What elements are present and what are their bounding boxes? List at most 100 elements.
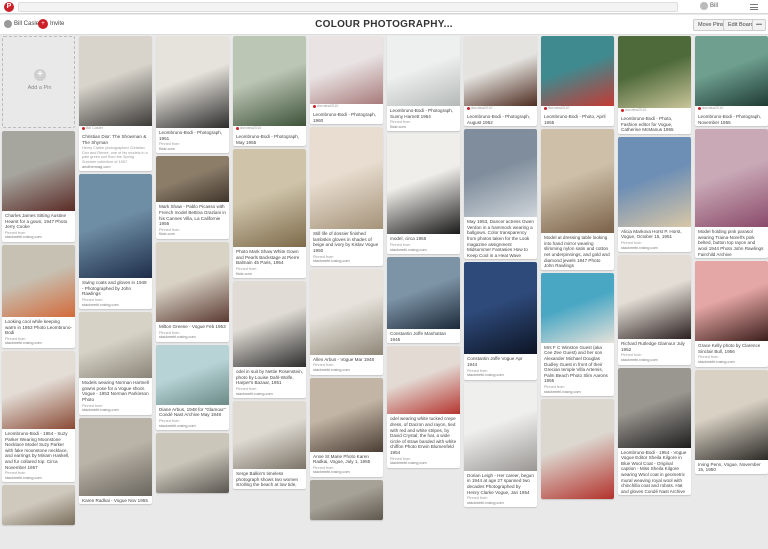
pin-card[interactable]: Still life of dossier finished lambskin … (310, 127, 383, 266)
pin-image[interactable] (156, 433, 229, 494)
pin-source[interactable]: Pinned from stackmebl.rosing.com (464, 369, 537, 380)
pin-image[interactable] (387, 346, 460, 415)
pin-image[interactable] (79, 417, 152, 496)
pin-source[interactable]: Pinned from stackmebl.rosing.com (2, 231, 75, 242)
pin-image[interactable] (464, 382, 537, 471)
pin-source[interactable]: Pinned from flickr.com (233, 267, 306, 278)
pin-card[interactable]: Model holding pink parasol wearing Train… (695, 129, 768, 259)
pin-card[interactable]: Swing coats and gloves in 1949 - Photogr… (79, 174, 152, 310)
pin-card[interactable]: dorotea2010 Leombruno-Bodi - Photograph, … (464, 36, 537, 127)
pin-image[interactable] (156, 36, 229, 128)
pin-image[interactable] (541, 399, 614, 500)
pin-card[interactable]: Bill Casler Christian Dior: The Showman &… (79, 36, 152, 172)
pin-card[interactable]: Mrs F C Winston Guest (aka Cee Zee Guest… (541, 272, 614, 397)
pin-source[interactable]: Pinned from flickr.com (156, 228, 229, 239)
pin-image[interactable] (541, 129, 614, 234)
pin-card[interactable]: odel in suit by Nettie Rosenstein, photo… (233, 281, 306, 399)
pin-image[interactable] (156, 344, 229, 405)
pin-card[interactable]: Allen Arbus - Vogue Mar 1948 Pinned from s… (310, 268, 383, 375)
pin-image[interactable] (79, 36, 152, 126)
pin-card[interactable]: Constantin Joffe Vogue Apr 1944 Pinned fr… (464, 262, 537, 380)
pin-card[interactable]: Looking cool while keeping warm in 1953 … (2, 244, 75, 348)
pin-source[interactable]: Pinned from stackmebl.rosing.com (387, 243, 460, 254)
pin-card[interactable]: Diane Arbus, 1948 for "Glamour" Condé Na… (156, 344, 229, 431)
menu-icon[interactable] (750, 4, 758, 10)
pin-image[interactable] (695, 261, 768, 342)
pin-image[interactable] (618, 36, 691, 108)
pin-image[interactable] (695, 369, 768, 460)
pin-image[interactable] (310, 268, 383, 355)
pin-image[interactable] (233, 281, 306, 368)
pin-image[interactable] (2, 244, 75, 317)
pin-image[interactable] (2, 485, 75, 526)
pin-card[interactable]: Mark Shaw - Pablo Picasso with French mo… (156, 156, 229, 239)
pin-card[interactable]: Milton Greene - Vogue Feb 1953 Pinned fro… (156, 241, 229, 342)
pin-image[interactable] (618, 367, 691, 448)
pin-image[interactable] (2, 131, 75, 211)
pin-source[interactable]: Pinned from stackmebl.rosing.com (233, 387, 306, 398)
pin-card[interactable]: model, circa 1955 Pinned from stackmebl.ro… (387, 134, 460, 255)
pin-source[interactable]: Pinned from stackmebl.rosing.com (156, 331, 229, 342)
pin-source[interactable]: Pinned from stackmebl.rosing.com (79, 298, 152, 309)
pin-image[interactable] (156, 241, 229, 322)
pin-image[interactable] (464, 262, 537, 355)
add-pin-button[interactable]: + Add a Pin (2, 36, 75, 128)
pin-image[interactable] (310, 479, 383, 520)
pin-card[interactable]: Models wearing Norman Hartnell gowns pos… (79, 312, 152, 415)
pin-source[interactable]: Pinned from stackmebl.rosing.com (618, 353, 691, 364)
pin-image[interactable] (618, 255, 691, 340)
pin-image[interactable] (541, 36, 614, 106)
pin-image[interactable] (387, 36, 460, 106)
pin-source[interactable]: Pinned from stackmebl.rosing.com (695, 355, 768, 366)
pin-card[interactable]: May 1953, Dancer actress Gwen Verdon in … (464, 129, 537, 260)
pin-card[interactable]: Leombruno-Bodi - Photograph, 1951 Pinned … (156, 36, 229, 154)
pin-image[interactable] (310, 127, 383, 230)
pin-source[interactable]: Pinned from stackmebl.rosing.com (310, 466, 383, 477)
pin-image[interactable] (233, 149, 306, 248)
pin-source[interactable]: Pinned from stackmebl.rosing.com (156, 419, 229, 430)
pin-card[interactable] (156, 433, 229, 494)
pin-card[interactable]: Leombruno-Bodi - Photograph, Sunny Harne… (387, 36, 460, 132)
pin-source[interactable]: Henry Clarke photographed Christian Dior… (79, 146, 152, 171)
pin-card[interactable]: dorotea2010 Leombruno-Bodi - Photograph, … (695, 36, 768, 127)
pin-image[interactable] (79, 312, 152, 379)
pin-source[interactable]: Pinned from stackmebl.rosing.com (2, 471, 75, 482)
pinterest-logo-icon[interactable]: P (4, 2, 14, 12)
pin-image[interactable] (387, 257, 460, 330)
pin-card[interactable]: Model at dressing table looking into han… (541, 129, 614, 270)
pin-image[interactable] (695, 36, 768, 106)
pin-image[interactable] (695, 129, 768, 228)
pin-source[interactable]: Pinned from stackmebl.rosing.com (541, 385, 614, 396)
pin-card[interactable]: Serge Balkin's timeless photograph shows… (233, 401, 306, 489)
pin-image[interactable] (464, 129, 537, 218)
pin-source[interactable]: Pinned from stackmebl.rosing.com (2, 337, 75, 348)
pin-source[interactable]: Pinned from flickr.com (387, 120, 460, 131)
pin-image[interactable] (79, 174, 152, 279)
pin-card[interactable]: dorotea2010 Leombruno-Bodi - Photograph, … (310, 36, 383, 125)
pin-card[interactable]: Leombruno-Bodi - 1954 - Suzy Parker Wear… (2, 350, 75, 483)
pin-source[interactable]: Pinned from flickr.com (156, 142, 229, 153)
pin-image[interactable] (618, 136, 691, 227)
pin-card[interactable]: Constantin Joffe Manhattan 1945 (387, 257, 460, 344)
pin-card[interactable]: Alicia Markova Horst P. Horst, Vogue, Oc… (618, 136, 691, 253)
pin-card[interactable]: dorotea2010 Leombruno-Bodi - Photo, Fashi… (618, 36, 691, 134)
pin-image[interactable] (310, 36, 383, 104)
pin-image[interactable] (156, 156, 229, 203)
pin-card[interactable]: Charles James Sitting Austine Hearst for… (2, 131, 75, 242)
pin-source[interactable]: Pinned from stackmebl.rosing.com (310, 255, 383, 266)
pin-card[interactable]: Leombruno-Bodi - 1954 - Vogue Vogue Edit… (618, 367, 691, 496)
pin-source[interactable]: Pinned from stackmebl.rosing.com (618, 241, 691, 252)
pin-image[interactable] (387, 134, 460, 235)
pin-source[interactable]: Pinned from stackmebl.rosing.com (464, 496, 537, 507)
pin-card[interactable]: Grace Kelly photo by Clarence Sinclair B… (695, 261, 768, 367)
user-profile-link[interactable]: Bill (700, 2, 718, 10)
pin-image[interactable] (2, 350, 75, 429)
pin-card[interactable] (310, 479, 383, 520)
pin-source[interactable]: Pinned from stackmebl.rosing.com (79, 404, 152, 415)
pin-image[interactable] (233, 401, 306, 470)
pin-card[interactable] (541, 399, 614, 500)
pin-image[interactable] (233, 36, 306, 126)
pin-card[interactable]: Karen Radkai - Vogue Nov 1955 (79, 417, 152, 505)
pin-card[interactable]: Irving Penn, Vogue, November 15, 1950 (695, 369, 768, 474)
more-options-button[interactable]: ••• (752, 19, 766, 31)
